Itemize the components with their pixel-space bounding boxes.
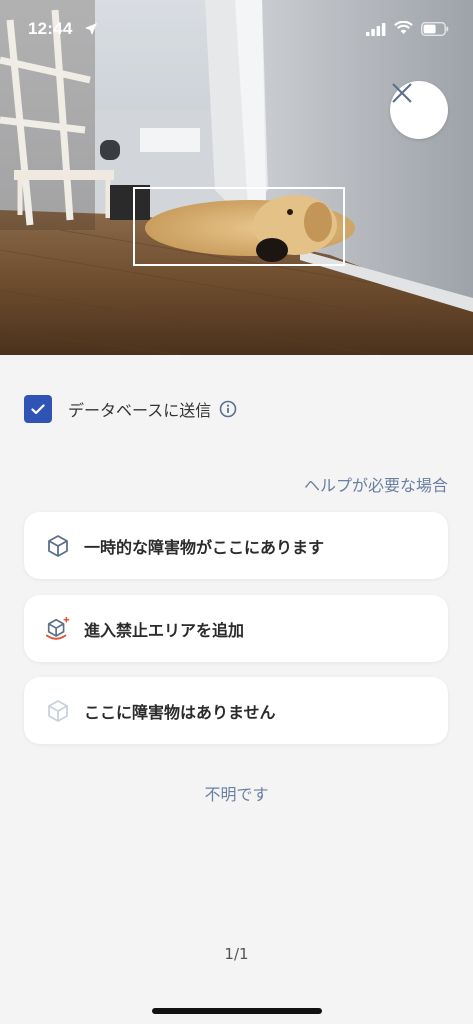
option-add-no-go-zone[interactable]: 進入禁止エリアを追加 (24, 595, 448, 662)
no-go-zone-cube-icon (45, 616, 71, 642)
unknown-button[interactable]: 不明です (0, 781, 473, 805)
option-label: 一時的な障害物がここにあります (84, 537, 325, 557)
info-icon[interactable] (219, 400, 237, 418)
status-bar: 12:44 (0, 0, 473, 60)
send-to-database-checkbox[interactable] (24, 395, 52, 423)
close-button[interactable] (390, 81, 448, 139)
close-icon (392, 83, 412, 103)
detection-box (133, 187, 345, 266)
faded-cube-icon (45, 698, 71, 724)
option-label: 進入禁止エリアを追加 (84, 620, 245, 640)
send-to-database-row[interactable]: データベースに送信 (24, 394, 237, 424)
option-temporary-obstacle[interactable]: 一時的な障害物がここにあります (24, 512, 448, 579)
camera-photo: 12:44 (0, 0, 473, 355)
check-icon (31, 403, 45, 414)
option-no-obstacle[interactable]: ここに障害物はありません (24, 677, 448, 744)
send-to-database-label: データベースに送信 (68, 401, 212, 420)
option-label: ここに障害物はありません (84, 702, 276, 722)
home-indicator[interactable] (152, 1008, 322, 1014)
cube-icon (45, 533, 71, 559)
page-indicator: 1/1 (224, 945, 249, 963)
status-time: 12:44 (28, 19, 73, 38)
help-link[interactable]: ヘルプが必要な場合 (304, 472, 448, 496)
